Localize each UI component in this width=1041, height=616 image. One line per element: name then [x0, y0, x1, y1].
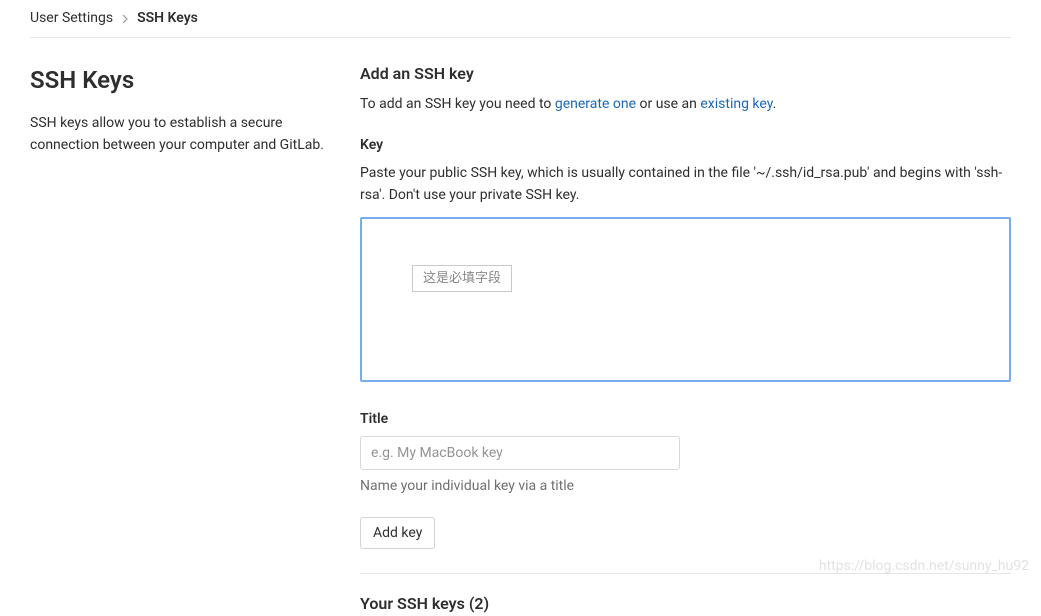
page-description: SSH keys allow you to establish a secure…	[30, 112, 340, 157]
add-key-intro: To add an SSH key you need to generate o…	[360, 94, 1011, 115]
title-input[interactable]	[360, 436, 680, 470]
title-label: Title	[360, 409, 1011, 430]
page-title: SSH Keys	[30, 62, 340, 98]
intro-text-prefix: To add an SSH key you need to	[360, 96, 555, 112]
your-keys-heading: Your SSH keys (2)	[360, 592, 1011, 616]
existing-key-link[interactable]: existing key	[700, 96, 772, 112]
chevron-right-icon	[121, 10, 129, 28]
section-divider	[360, 573, 1011, 574]
intro-text-mid: or use an	[636, 96, 700, 112]
add-key-heading: Add an SSH key	[360, 62, 1011, 86]
intro-text-suffix: .	[773, 96, 777, 112]
key-label: Key	[360, 135, 1011, 156]
generate-one-link[interactable]: generate one	[555, 96, 636, 112]
breadcrumb-current: SSH Keys	[137, 8, 198, 29]
key-description: Paste your public SSH key, which is usua…	[360, 162, 1011, 207]
add-key-button[interactable]: Add key	[360, 517, 435, 549]
breadcrumb-parent-link[interactable]: User Settings	[30, 8, 113, 29]
breadcrumb: User Settings SSH Keys	[30, 0, 1011, 38]
title-help-text: Name your individual key via a title	[360, 476, 1011, 497]
key-textarea[interactable]	[360, 217, 1011, 382]
